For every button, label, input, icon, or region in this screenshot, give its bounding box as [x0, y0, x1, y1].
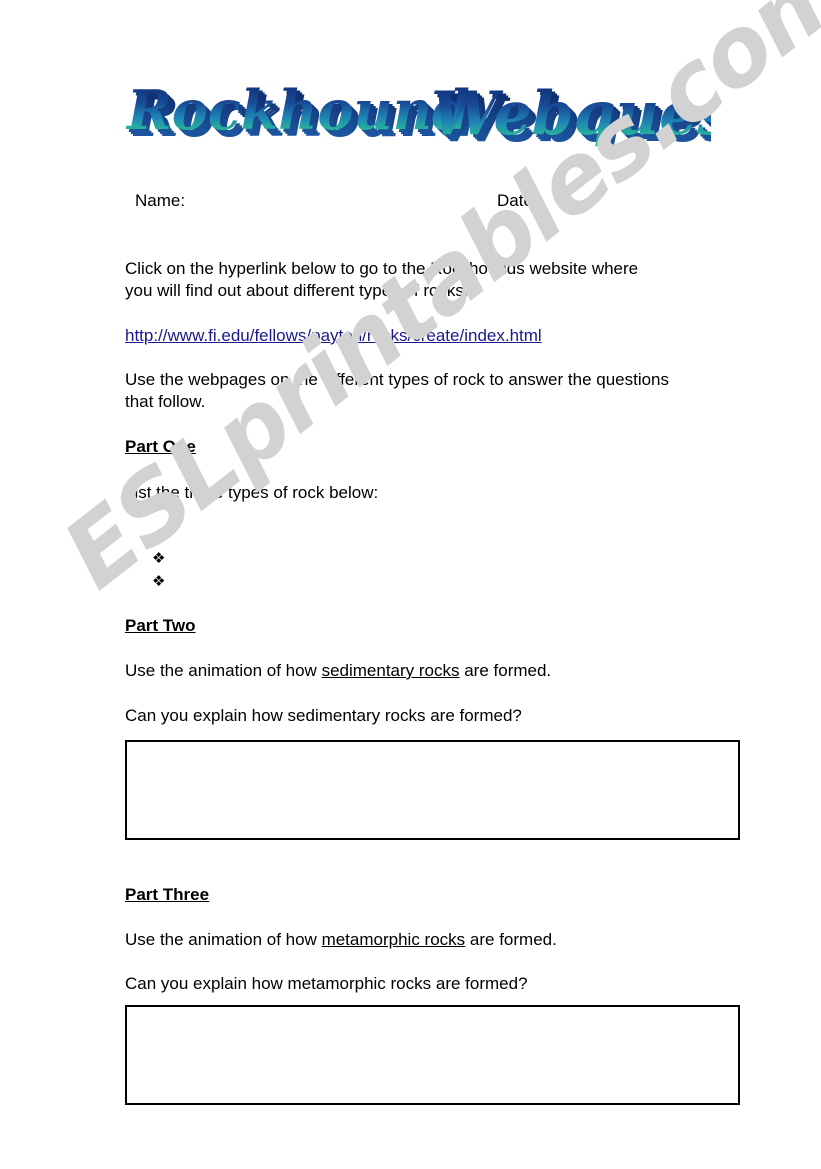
date-label: Date:: [497, 191, 538, 210]
name-label: Name:: [135, 191, 186, 210]
heading-part-three: Part Three: [125, 885, 210, 904]
rockhounds-website-link[interactable]: http://www.fi.edu/fellows/payton/rocks/c…: [125, 326, 542, 345]
intro-paragraph: Click on the hyperlink below to go to th…: [125, 259, 639, 300]
wordart-word-webquest: Webquest: [431, 79, 711, 149]
part-three-animation-line: Use the animation of how metamorphic roc…: [125, 929, 745, 951]
bullet-glyph-icon: ❖: [152, 526, 166, 544]
hyperlink-line: http://www.fi.edu/fellows/payton/rocks/c…: [125, 325, 745, 347]
heading-part-one: Part One: [125, 437, 196, 456]
list-item[interactable]: ❖: [152, 547, 165, 570]
wordart-word-rockhound: Rockhound: [125, 78, 470, 142]
part-one-prompt: List the three types of rock below:: [125, 483, 379, 502]
part-two-animation-line: Use the animation of how sedimentary roc…: [125, 660, 745, 682]
list-item[interactable]: ❖: [152, 570, 165, 593]
animation-text-after: are formed.: [465, 930, 557, 949]
heading-part-two: Part Two: [125, 616, 196, 635]
wordart-title: Rockhound Rockhound Rockhound Webquest W…: [125, 78, 711, 156]
metamorphic-rocks-link[interactable]: metamorphic rocks: [322, 930, 466, 949]
list-item[interactable]: ❖: [152, 524, 165, 547]
animation-text-before: Use the animation of how: [125, 661, 322, 680]
answer-box-part-three[interactable]: [125, 1005, 740, 1105]
title-banner: Rockhound Rockhound Rockhound Webquest W…: [0, 52, 821, 162]
animation-text-after: are formed.: [459, 661, 552, 680]
rock-types-list: ❖ ❖ ❖: [152, 524, 165, 593]
part-three-question: Can you explain how metamorphic rocks ar…: [125, 974, 528, 993]
sedimentary-rocks-link[interactable]: sedimentary rocks: [322, 661, 460, 680]
worksheet-page: Rockhound Rockhound Rockhound Webquest W…: [0, 0, 821, 1169]
bullet-glyph-icon: ❖: [152, 572, 166, 590]
instruction-paragraph: Use the webpages on the different types …: [125, 370, 670, 411]
answer-box-part-two[interactable]: [125, 740, 740, 840]
animation-text-before: Use the animation of how: [125, 930, 322, 949]
bullet-glyph-icon: ❖: [152, 549, 166, 567]
part-two-question: Can you explain how sedimentary rocks ar…: [125, 706, 522, 725]
